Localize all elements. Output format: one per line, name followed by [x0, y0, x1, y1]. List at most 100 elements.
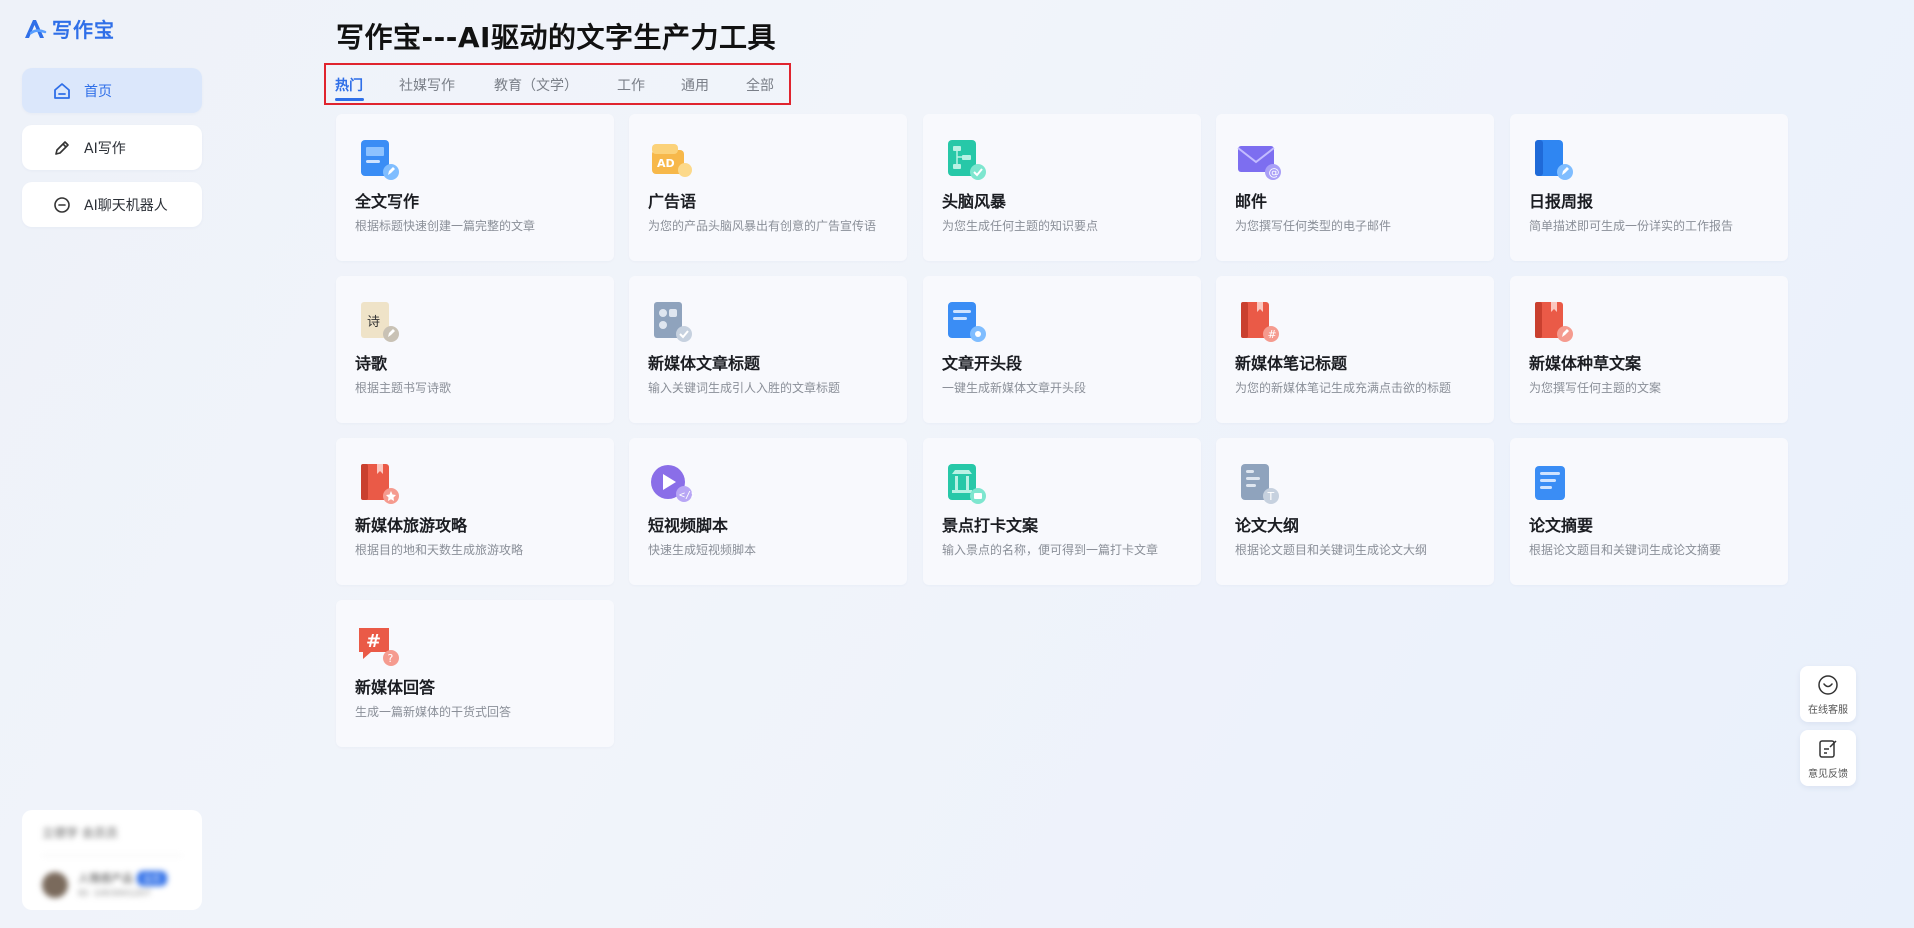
- category-tabs: 热门 社媒写作 教育（文学） 工作 通用 全部: [324, 63, 791, 105]
- video-icon: </>: [651, 465, 697, 502]
- document-edit-icon: [361, 140, 399, 180]
- card-desc: 输入关键词生成引人入胜的文章标题: [648, 381, 841, 395]
- poem-icon: 诗: [361, 302, 399, 342]
- tab-all[interactable]: 全部: [746, 75, 774, 95]
- card-title: 新媒体旅游攻略: [355, 516, 468, 535]
- recommend-icon: [1535, 302, 1573, 342]
- card-paper-outline[interactable]: T 论文大纲 根据论文题目和关键词生成论文大纲: [1216, 438, 1494, 585]
- feedback-icon: [1819, 739, 1837, 758]
- card-title: 论文摘要: [1529, 516, 1594, 535]
- note-icon: #: [1241, 302, 1279, 342]
- card-title: 广告语: [648, 192, 697, 211]
- feedback-label: 意见反馈: [1808, 768, 1848, 780]
- card-paper-abstract[interactable]: 论文摘要 根据论文题目和关键词生成论文摘要: [1510, 438, 1788, 585]
- card-article-opening[interactable]: 文章开头段 一键生成新媒体文章开头段: [923, 276, 1201, 423]
- card-desc: 根据论文题目和关键词生成论文大纲: [1235, 543, 1428, 557]
- customer-service-icon: [1818, 674, 1838, 695]
- svg-text:?: ?: [388, 652, 394, 665]
- svg-text:AD: AD: [657, 157, 675, 170]
- card-desc: 为您的新媒体笔记生成充满点击欲的标题: [1235, 381, 1452, 395]
- card-desc: 一键生成新媒体文章开头段: [942, 381, 1087, 395]
- card-brainstorm[interactable]: 头脑风暴 为您生成任何主题的知识要点: [923, 114, 1201, 261]
- user-name: 人情感产品: [78, 872, 133, 885]
- mindmap-icon: [948, 140, 986, 180]
- card-desc: 根据论文题目和关键词生成论文摘要: [1529, 543, 1722, 557]
- card-title: 新媒体种草文案: [1529, 354, 1642, 373]
- card-full-article[interactable]: 全文写作 根据标题快速创建一篇完整的文章: [336, 114, 614, 261]
- tab-social-writing[interactable]: 社媒写作: [399, 75, 455, 95]
- logo[interactable]: 写作宝: [22, 14, 115, 43]
- card-desc: 为您撰写任何类型的电子邮件: [1235, 219, 1392, 233]
- mail-icon: @: [1237, 146, 1281, 180]
- avatar: [42, 871, 68, 898]
- svg-text:@: @: [1269, 166, 1280, 179]
- card-desc: 简单描述即可生成一份详实的工作报告: [1529, 219, 1734, 233]
- card-desc: 快速生成短视频脚本: [648, 543, 757, 557]
- card-landmark-checkin[interactable]: 景点打卡文案 输入景点的名称，便可得到一篇打卡文章: [923, 438, 1201, 585]
- card-media-note-title[interactable]: # 新媒体笔记标题 为您的新媒体笔记生成充满点击欲的标题: [1216, 276, 1494, 423]
- card-email[interactable]: @ 邮件 为您撰写任何类型的电子邮件: [1216, 114, 1494, 261]
- card-desc: 根据目的地和天数生成旅游攻略: [355, 543, 524, 557]
- card-media-recommend-copy[interactable]: 新媒体种草文案 为您撰写任何主题的文案: [1510, 276, 1788, 423]
- card-media-travel-guide[interactable]: 新媒体旅游攻略 根据目的地和天数生成旅游攻略: [336, 438, 614, 585]
- card-title: 新媒体回答: [355, 678, 436, 697]
- sidebar-item-label: AI写作: [84, 140, 126, 157]
- card-desc: 输入景点的名称，便可得到一篇打卡文章: [942, 543, 1159, 557]
- card-daily-weekly-report[interactable]: 日报周报 简单描述即可生成一份详实的工作报告: [1510, 114, 1788, 261]
- feedback-button[interactable]: 意见反馈: [1800, 730, 1856, 786]
- travel-icon: [361, 464, 399, 504]
- user-card[interactable]: 立德学 会员员 人情感产品 会员 ID: 1003001207: [22, 810, 202, 910]
- member-badge: 会员: [137, 871, 168, 886]
- card-title: 邮件: [1235, 192, 1268, 211]
- sidebar-item-label: AI聊天机器人: [84, 197, 168, 214]
- card-short-video-script[interactable]: </> 短视频脚本 快速生成短视频脚本: [629, 438, 907, 585]
- card-media-article-title[interactable]: 新媒体文章标题 输入关键词生成引人入胜的文章标题: [629, 276, 907, 423]
- card-desc: 为您生成任何主题的知识要点: [942, 219, 1099, 233]
- card-media-answer[interactable]: #? 新媒体回答 生成一篇新媒体的干货式回答: [336, 600, 614, 747]
- abstract-icon: [1535, 466, 1565, 500]
- card-title: 文章开头段: [942, 354, 1023, 373]
- card-desc: 生成一篇新媒体的干货式回答: [355, 705, 512, 719]
- qa-icon: #?: [359, 628, 399, 666]
- svg-text:诗: 诗: [367, 315, 380, 330]
- headline-icon: [654, 302, 692, 342]
- sidebar: 写作宝 首页 AI写作 AI聊天机器人 立德学 会员员 人情感产品 会员 ID: …: [0, 0, 222, 928]
- card-desc: 为您撰写任何主题的文案: [1529, 381, 1662, 395]
- home-icon: [54, 82, 70, 99]
- logo-text: 写作宝: [52, 18, 115, 42]
- card-title: 日报周报: [1529, 192, 1594, 211]
- tab-education[interactable]: 教育（文学）: [494, 75, 578, 95]
- tab-hot[interactable]: 热门: [335, 75, 363, 95]
- report-icon: [1535, 140, 1573, 180]
- opening-icon: [948, 302, 986, 342]
- tab-general[interactable]: 通用: [681, 75, 709, 95]
- sidebar-item-label: 首页: [84, 83, 112, 100]
- card-desc: 根据标题快速创建一篇完整的文章: [355, 219, 536, 233]
- card-title: 短视频脚本: [648, 516, 729, 535]
- svg-text:T: T: [1267, 490, 1275, 503]
- sidebar-item-ai-chatbot[interactable]: AI聊天机器人: [22, 182, 202, 227]
- card-slogan[interactable]: AD 广告语 为您的产品头脑风暴出有创意的广告宣传语: [629, 114, 907, 261]
- card-title: 新媒体笔记标题: [1235, 354, 1348, 373]
- online-service-button[interactable]: 在线客服: [1800, 666, 1856, 722]
- chat-icon: [54, 196, 70, 213]
- svg-text:#: #: [1268, 328, 1277, 341]
- pencil-icon: [55, 140, 69, 155]
- card-title: 诗歌: [355, 354, 388, 373]
- card-poetry[interactable]: 诗 诗歌 根据主题书写诗歌: [336, 276, 614, 423]
- card-title: 景点打卡文案: [942, 516, 1039, 535]
- tab-work[interactable]: 工作: [617, 75, 645, 95]
- svg-text:#: #: [366, 631, 381, 652]
- card-desc: 根据主题书写诗歌: [355, 381, 452, 395]
- user-id: ID: 1003001207: [78, 889, 151, 899]
- card-title: 新媒体文章标题: [648, 354, 761, 373]
- card-desc: 为您的产品头脑风暴出有创意的广告宣传语: [648, 219, 877, 233]
- membership-text: 立德学 会员员: [42, 826, 118, 840]
- sidebar-item-ai-writing[interactable]: AI写作: [22, 125, 202, 170]
- landmark-icon: [948, 464, 986, 504]
- sidebar-item-home[interactable]: 首页: [22, 68, 202, 113]
- ad-icon: AD: [652, 144, 692, 177]
- svg-text:</>: </>: [679, 490, 694, 501]
- card-title: 论文大纲: [1235, 516, 1300, 535]
- sidebar-nav: 首页 AI写作 AI聊天机器人: [22, 68, 202, 239]
